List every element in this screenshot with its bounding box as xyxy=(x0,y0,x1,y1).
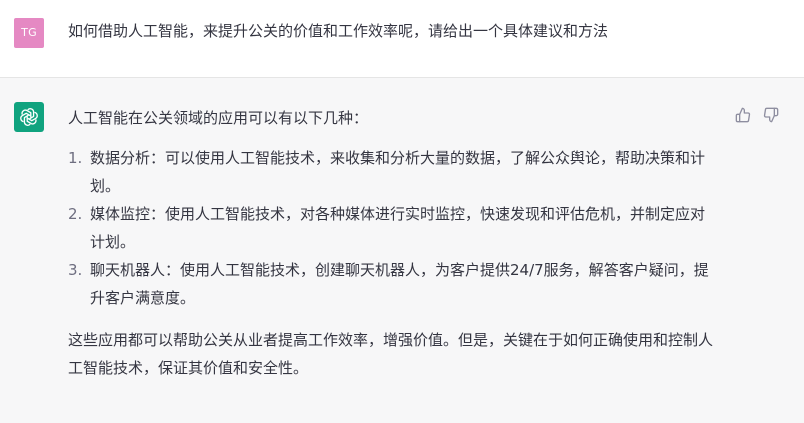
list-item-number: 3. xyxy=(68,261,83,279)
list-item-number: 2. xyxy=(68,205,83,223)
assistant-message-row: 人工智能在公关领域的应用可以有以下几种： 1. 数据分析：可以使用人工智能技术，… xyxy=(0,78,804,423)
list-item-text: 数据分析：可以使用人工智能技术，来收集和分析大量的数据，了解公众舆论，帮助决策和… xyxy=(90,149,706,195)
user-message-row: TG 如何借助人工智能，来提升公关的价值和工作效率呢，请给出一个具体建议和方法 xyxy=(0,0,804,78)
user-avatar: TG xyxy=(14,18,44,48)
list-item-text: 聊天机器人：使用人工智能技术，创建聊天机器人，为客户提供24/7服务，解答客户疑… xyxy=(90,261,709,307)
thumbs-up-icon xyxy=(735,107,751,123)
thumbs-down-button[interactable] xyxy=(762,106,780,124)
assistant-avatar xyxy=(14,102,44,132)
list-item-text: 媒体监控：使用人工智能技术，对各种媒体进行实时监控，快速发现和评估危机，并制定应… xyxy=(90,205,706,251)
user-message-text: 如何借助人工智能，来提升公关的价值和工作效率呢，请给出一个具体建议和方法 xyxy=(68,22,609,40)
list-item-number: 1. xyxy=(68,149,83,167)
answer-list: 1. 数据分析：可以使用人工智能技术，来收集和分析大量的数据，了解公众舆论，帮助… xyxy=(68,144,728,312)
thumbs-up-button[interactable] xyxy=(734,106,752,124)
list-item: 3. 聊天机器人：使用人工智能技术，创建聊天机器人，为客户提供24/7服务，解答… xyxy=(68,256,716,312)
list-item: 2. 媒体监控：使用人工智能技术，对各种媒体进行实时监控，快速发现和评估危机，并… xyxy=(68,200,716,256)
assistant-message-body: 人工智能在公关领域的应用可以有以下几种： 1. 数据分析：可以使用人工智能技术，… xyxy=(68,104,728,382)
openai-logo-icon xyxy=(20,108,38,126)
answer-closing: 这些应用都可以帮助公关从业者提高工作效率，增强价值。但是，关键在于如何正确使用和… xyxy=(68,331,714,377)
answer-intro: 人工智能在公关领域的应用可以有以下几种： xyxy=(68,109,369,127)
list-item: 1. 数据分析：可以使用人工智能技术，来收集和分析大量的数据，了解公众舆论，帮助… xyxy=(68,144,716,200)
thumbs-down-icon xyxy=(763,107,779,123)
feedback-buttons xyxy=(734,106,780,124)
